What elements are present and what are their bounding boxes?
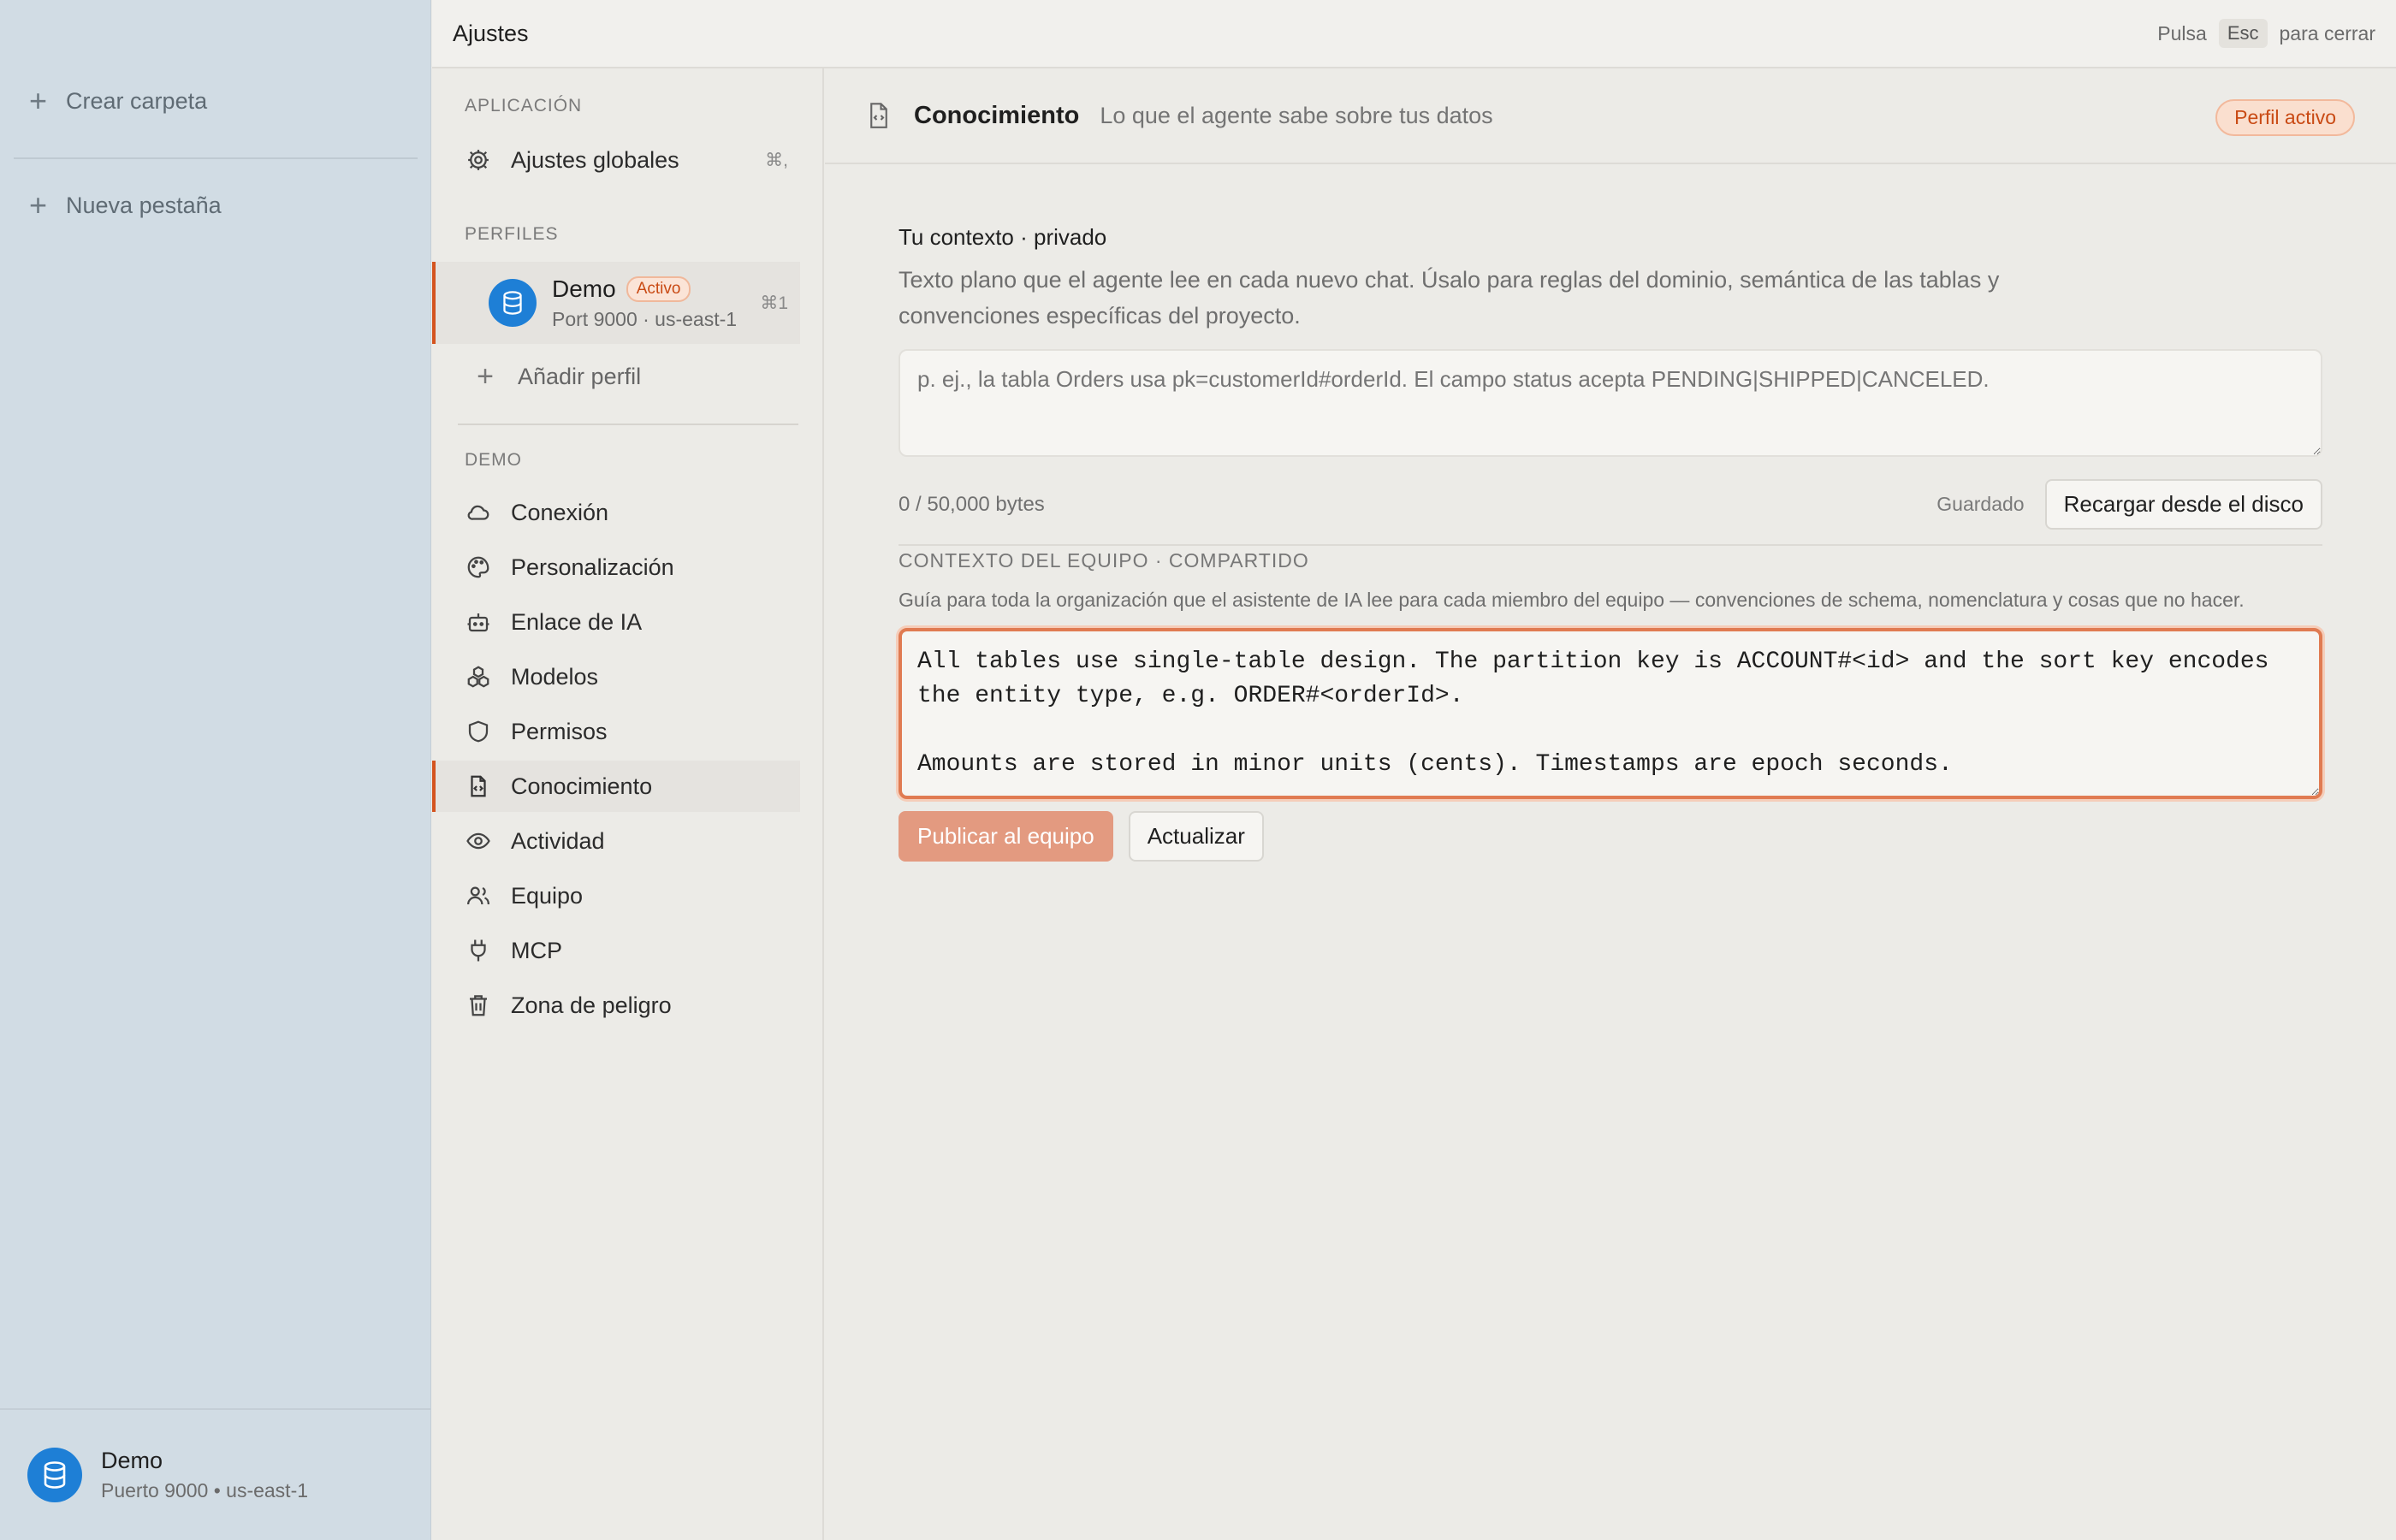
shortcut-hint: ⌘, bbox=[765, 150, 788, 170]
nav-divider bbox=[458, 424, 798, 425]
nav-item-team[interactable]: Equipo bbox=[432, 870, 800, 921]
section-divider bbox=[898, 544, 2322, 546]
private-context-label: Tu contexto · privado bbox=[898, 224, 1107, 250]
active-profile-badge: Perfil activo bbox=[2215, 99, 2355, 136]
app-sidebar: + Crear carpeta + Nueva pestaña Demo Pue… bbox=[0, 0, 431, 1540]
nav-item-personalization[interactable]: Personalización bbox=[432, 542, 800, 593]
palette-icon bbox=[465, 554, 492, 581]
section-profiles-label: PERFILES bbox=[465, 224, 559, 244]
trash-icon bbox=[465, 992, 492, 1019]
plus-icon: + bbox=[477, 359, 494, 393]
add-profile-button[interactable]: + Añadir perfil bbox=[432, 351, 800, 402]
byte-counter: 0 / 50,000 bytes bbox=[898, 492, 1045, 516]
nav-item-mcp[interactable]: MCP bbox=[432, 925, 800, 976]
add-profile-label: Añadir perfil bbox=[518, 363, 642, 389]
nav-item-label: Permisos bbox=[511, 718, 608, 744]
publish-to-team-button[interactable]: Publicar al equipo bbox=[898, 811, 1113, 862]
private-context-input[interactable] bbox=[898, 349, 2322, 457]
nav-item-label: Conexión bbox=[511, 499, 609, 525]
private-context-description: Texto plano que el agente lee en cada nu… bbox=[898, 267, 2000, 329]
nav-item-activity[interactable]: Actividad bbox=[432, 815, 800, 867]
active-connection-footer[interactable]: Demo Puerto 9000 • us-east-1 bbox=[0, 1408, 431, 1540]
footer-profile-sub: Puerto 9000 • us-east-1 bbox=[101, 1479, 309, 1502]
nav-item-label: Equipo bbox=[511, 882, 584, 909]
bot-icon bbox=[465, 608, 492, 636]
nav-item-permissions[interactable]: Permisos bbox=[432, 706, 800, 757]
users-icon bbox=[465, 882, 492, 909]
nav-item-knowledge[interactable]: Conocimiento bbox=[432, 761, 800, 812]
nav-item-label: Conocimiento bbox=[511, 773, 653, 799]
nav-item-global-settings[interactable]: Ajustes globales ⌘, bbox=[432, 134, 800, 186]
nav-item-danger-zone[interactable]: Zona de peligro bbox=[432, 980, 800, 1031]
team-context-input[interactable]: All tables use single-table design. The … bbox=[898, 628, 2322, 799]
plus-icon: + bbox=[29, 187, 48, 222]
plus-icon: + bbox=[29, 83, 48, 118]
private-context-meta: 0 / 50,000 bytes Guardado Recargar desde… bbox=[898, 479, 2322, 530]
settings-topbar: Ajustes Pulsa Esc para cerrar bbox=[432, 0, 2396, 68]
page-title: Conocimiento bbox=[914, 101, 1080, 129]
sidebar-divider bbox=[14, 157, 418, 159]
close-hint-suffix: para cerrar bbox=[2279, 21, 2375, 44]
nav-item-label: Personalización bbox=[511, 554, 674, 580]
close-hint-prefix: Pulsa bbox=[2157, 21, 2207, 44]
section-app-label: APLICACIÓN bbox=[465, 96, 583, 116]
shield-icon bbox=[465, 718, 492, 745]
new-tab-button[interactable]: + Nueva pestaña bbox=[29, 190, 222, 221]
active-badge: Activo bbox=[626, 275, 691, 302]
database-icon bbox=[489, 279, 537, 327]
settings-nav: APLICACIÓN Ajustes globales ⌘, PERFILES … bbox=[432, 68, 824, 1540]
section-demo-label: DEMO bbox=[465, 450, 522, 470]
eye-icon bbox=[465, 827, 492, 855]
plug-icon bbox=[465, 937, 492, 964]
esc-key[interactable]: Esc bbox=[2218, 19, 2268, 48]
shortcut-hint: ⌘1 bbox=[760, 293, 788, 313]
file-code-icon bbox=[465, 773, 492, 800]
knowledge-panel: Conocimiento Lo que el agente sabe sobre… bbox=[825, 68, 2396, 1540]
team-context-label: CONTEXTO DEL EQUIPO · COMPARTIDO bbox=[898, 549, 1309, 572]
footer-profile-name: Demo bbox=[101, 1448, 163, 1473]
reload-from-disk-button[interactable]: Recargar desde el disco bbox=[2044, 479, 2322, 530]
nav-item-label: Ajustes globales bbox=[511, 146, 679, 173]
new-tab-label: Nueva pestaña bbox=[66, 192, 222, 218]
close-hint: Pulsa Esc para cerrar bbox=[2157, 19, 2375, 48]
nav-item-label: Enlace de IA bbox=[511, 608, 643, 635]
settings-title: Ajustes bbox=[453, 20, 529, 46]
profile-name: Demo bbox=[552, 275, 616, 302]
nav-item-label: Zona de peligro bbox=[511, 992, 672, 1018]
nav-item-connection[interactable]: Conexión bbox=[432, 487, 800, 538]
file-code-icon bbox=[866, 101, 892, 130]
update-button[interactable]: Actualizar bbox=[1128, 811, 1264, 862]
profile-item-demo[interactable]: Demo Activo Port 9000 · us-east-1 ⌘1 bbox=[432, 262, 800, 344]
page-subtitle: Lo que el agente sabe sobre tus datos bbox=[1100, 102, 1493, 128]
create-folder-button[interactable]: + Crear carpeta bbox=[29, 86, 207, 116]
create-folder-label: Crear carpeta bbox=[66, 87, 208, 114]
nav-item-label: Modelos bbox=[511, 663, 599, 690]
panel-header: Conocimiento Lo que el agente sabe sobre… bbox=[825, 68, 2396, 164]
nav-item-label: Actividad bbox=[511, 827, 605, 854]
profile-sub: Port 9000 · us-east-1 bbox=[552, 307, 738, 330]
nav-item-ai-link[interactable]: Enlace de IA bbox=[432, 596, 800, 648]
gear-icon bbox=[465, 146, 492, 174]
nav-item-label: MCP bbox=[511, 937, 562, 963]
database-icon bbox=[27, 1448, 82, 1502]
save-status: Guardado bbox=[1936, 493, 2025, 515]
team-context-actions: Publicar al equipo Actualizar bbox=[898, 811, 1264, 862]
nav-item-models[interactable]: Modelos bbox=[432, 651, 800, 702]
team-context-description: Guía para toda la organización que el as… bbox=[898, 589, 2245, 611]
boxes-icon bbox=[465, 663, 492, 690]
cloud-icon bbox=[465, 499, 492, 526]
